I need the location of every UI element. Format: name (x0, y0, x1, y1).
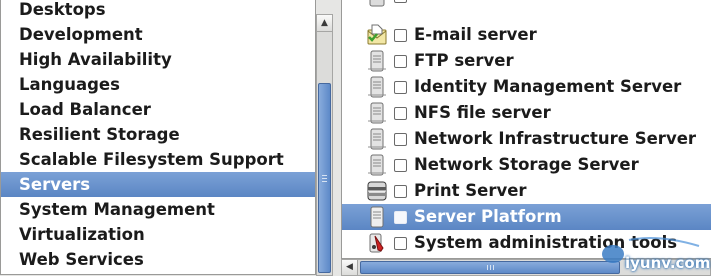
group-item-print-server[interactable]: Print Server (342, 178, 711, 204)
category-list: Desktops Development High Availability L… (0, 0, 316, 275)
group-item-nfs-file-server[interactable]: NFS file server (342, 100, 711, 126)
category-item-servers[interactable]: Servers (1, 172, 315, 197)
group-item-identity-management-server[interactable]: Identity Management Server (342, 74, 711, 100)
checkbox[interactable] (394, 55, 407, 68)
category-item-languages[interactable]: Languages (1, 72, 315, 97)
checkbox[interactable] (394, 107, 407, 120)
group-item-network-storage-server[interactable]: Network Storage Server (342, 152, 711, 178)
category-item-scalable-filesystem-support[interactable]: Scalable Filesystem Support (1, 147, 315, 172)
checkbox[interactable] (394, 0, 407, 3)
group-label: Network Infrastructure Server (414, 129, 697, 148)
category-item-resilient-storage[interactable]: Resilient Storage (1, 122, 315, 147)
category-item-system-management[interactable]: System Management (1, 197, 315, 222)
package-group-list: E-mail server FTP server Identity Manage… (341, 0, 711, 259)
email-server-icon (367, 24, 387, 45)
server-tower-icon (368, 102, 386, 124)
group-label: E-mail server (414, 25, 537, 44)
scroll-up-button[interactable]: ▲ (317, 15, 332, 32)
category-item-web-services[interactable]: Web Services (1, 247, 315, 272)
admin-tools-icon (369, 233, 384, 253)
scrollbar-thumb[interactable] (318, 83, 331, 273)
category-item-desktops[interactable]: Desktops (1, 0, 315, 22)
category-item-high-availability[interactable]: High Availability (1, 47, 315, 72)
checkbox[interactable] (394, 81, 407, 94)
group-item-email-server[interactable]: E-mail server (342, 22, 711, 48)
checkbox[interactable] (394, 29, 407, 42)
group-label: Network Storage Server (414, 155, 639, 174)
server-tower-icon (368, 154, 386, 176)
checkbox[interactable] (394, 211, 407, 224)
group-label: Identity Management Server (414, 77, 682, 96)
category-item-development[interactable]: Development (1, 22, 315, 47)
group-item-server-platform[interactable]: Server Platform (342, 204, 711, 230)
group-label: FTP server (414, 51, 514, 70)
checkbox[interactable] (394, 185, 407, 198)
group-item-ftp-server[interactable]: FTP server (342, 48, 711, 74)
scrollbar-thumb[interactable] (360, 261, 620, 274)
group-label: Print Server (414, 181, 527, 200)
watermark-logo: iyunv.com (599, 232, 710, 272)
category-list-scrollbar[interactable]: ▲ (316, 14, 333, 276)
server-tower-icon (368, 128, 386, 150)
group-item-network-infrastructure-server[interactable]: Network Infrastructure Server (342, 126, 711, 152)
category-item-load-balancer[interactable]: Load Balancer (1, 97, 315, 122)
server-tower-icon (368, 50, 386, 72)
checkbox[interactable] (394, 237, 407, 250)
category-item-virtualization[interactable]: Virtualization (1, 222, 315, 247)
checkbox[interactable] (394, 159, 407, 172)
printer-icon (367, 181, 387, 201)
server-tower-icon (370, 206, 384, 228)
group-label: Server Platform (414, 207, 562, 226)
list-item-partial (342, 0, 711, 9)
server-tower-icon (369, 0, 385, 7)
checkbox[interactable] (394, 133, 407, 146)
watermark-text: iyunv.com (625, 254, 711, 272)
server-tower-icon (368, 76, 386, 98)
group-label: NFS file server (414, 103, 551, 122)
scroll-left-button[interactable]: ◀ (342, 260, 358, 275)
